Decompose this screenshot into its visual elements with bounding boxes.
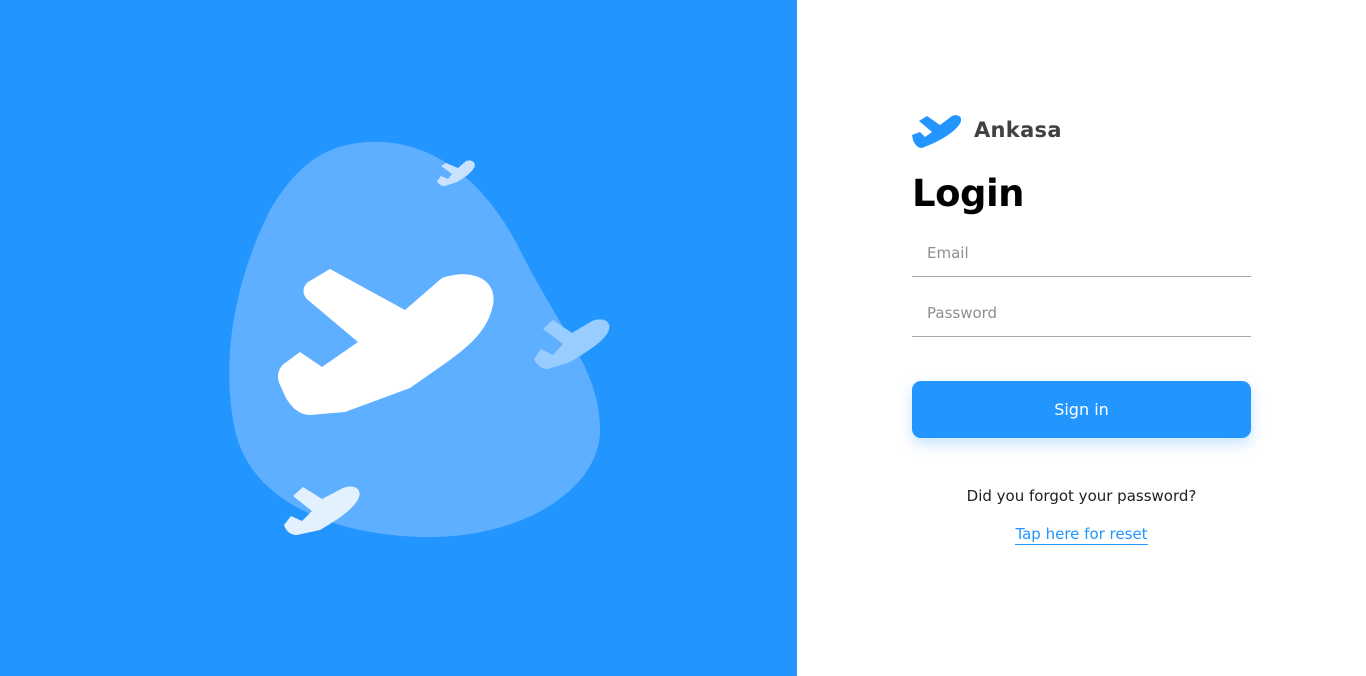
brand: Ankasa (912, 110, 1251, 150)
hero-illustration-panel (0, 0, 797, 676)
airplane-illustration (229, 141, 610, 538)
airplane-logo-icon (912, 112, 962, 148)
password-field[interactable] (912, 290, 1251, 335)
brand-name: Ankasa (974, 118, 1062, 142)
reset-link-wrapper: Tap here for reset (912, 524, 1251, 545)
login-form: Ankasa Login Sign in Did you forgot your… (912, 110, 1251, 545)
email-field[interactable] (912, 230, 1251, 275)
forgot-password-text: Did you forgot your password? (966, 487, 1197, 505)
email-field-wrapper (912, 230, 1251, 277)
login-page: Ankasa Login Sign in Did you forgot your… (0, 0, 1366, 676)
reset-password-link[interactable]: Tap here for reset (1015, 525, 1148, 545)
sign-in-button[interactable]: Sign in (912, 381, 1251, 438)
password-field-wrapper (912, 290, 1251, 337)
login-panel: Ankasa Login Sign in Did you forgot your… (797, 0, 1366, 676)
page-title: Login (912, 172, 1025, 215)
